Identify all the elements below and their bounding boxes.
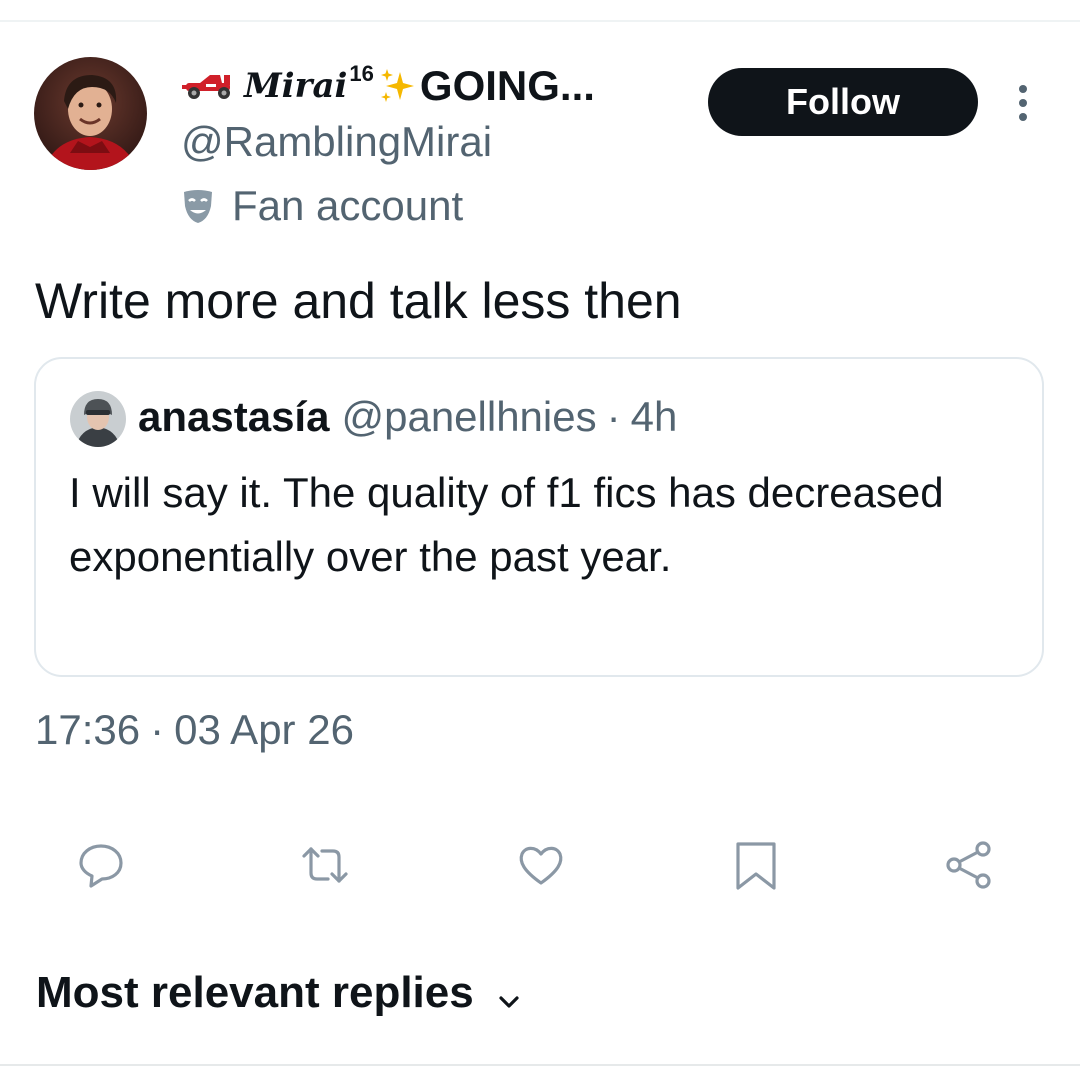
share-icon[interactable] [942,838,996,892]
tweet-timestamp[interactable]: 17:36 · 03 Apr 26 [35,706,354,754]
quoted-text: I will say it. The quality of f1 fics ha… [69,469,944,580]
bookmark-icon[interactable] [729,838,783,892]
timestamp-separator: · [150,706,165,753]
reply-icon[interactable] [74,838,128,892]
tweet-time: 17:36 [35,706,141,753]
author-name-text: GOING... [419,62,595,109]
retweet-icon[interactable] [298,838,352,892]
more-options-icon[interactable] [1006,78,1040,128]
replies-sort-dropdown[interactable]: Most relevant replies [36,968,524,1018]
quoted-header: anastasía @panellhnies · 4h [138,393,677,441]
quoted-author-handle[interactable]: @panellhnies [341,393,596,441]
like-icon[interactable] [514,838,568,892]
quoted-tweet[interactable]: anastasía @panellhnies · 4h I will say i… [34,357,1044,677]
race-car-icon [180,69,240,103]
affiliation-label: Fan account [232,182,464,229]
follow-button[interactable]: Follow [708,68,978,136]
bottom-divider [0,1064,1080,1066]
author-handle[interactable]: @RamblingMirai [181,118,492,166]
author-name-superscript: 16 [349,61,374,86]
chevron-down-icon [494,978,524,1008]
quoted-separator: · [606,393,621,440]
quoted-time[interactable]: 4h [631,393,678,441]
tweet-date: 03 Apr 26 [174,706,354,753]
theater-mask-icon [178,186,218,226]
author-display-name[interactable]: Mirai 16 GOING... [180,58,595,114]
quoted-author-name[interactable]: anastasía [138,393,329,441]
quoted-author-avatar[interactable] [70,391,126,447]
author-name-script: Mirai [244,66,348,106]
top-divider [0,20,1080,22]
sparkles-icon [378,66,418,106]
tweet-text: Write more and talk less then [35,273,682,329]
author-avatar[interactable] [34,57,147,170]
author-affiliation: Fan account [178,182,463,230]
replies-sort-label: Most relevant replies [36,968,474,1017]
